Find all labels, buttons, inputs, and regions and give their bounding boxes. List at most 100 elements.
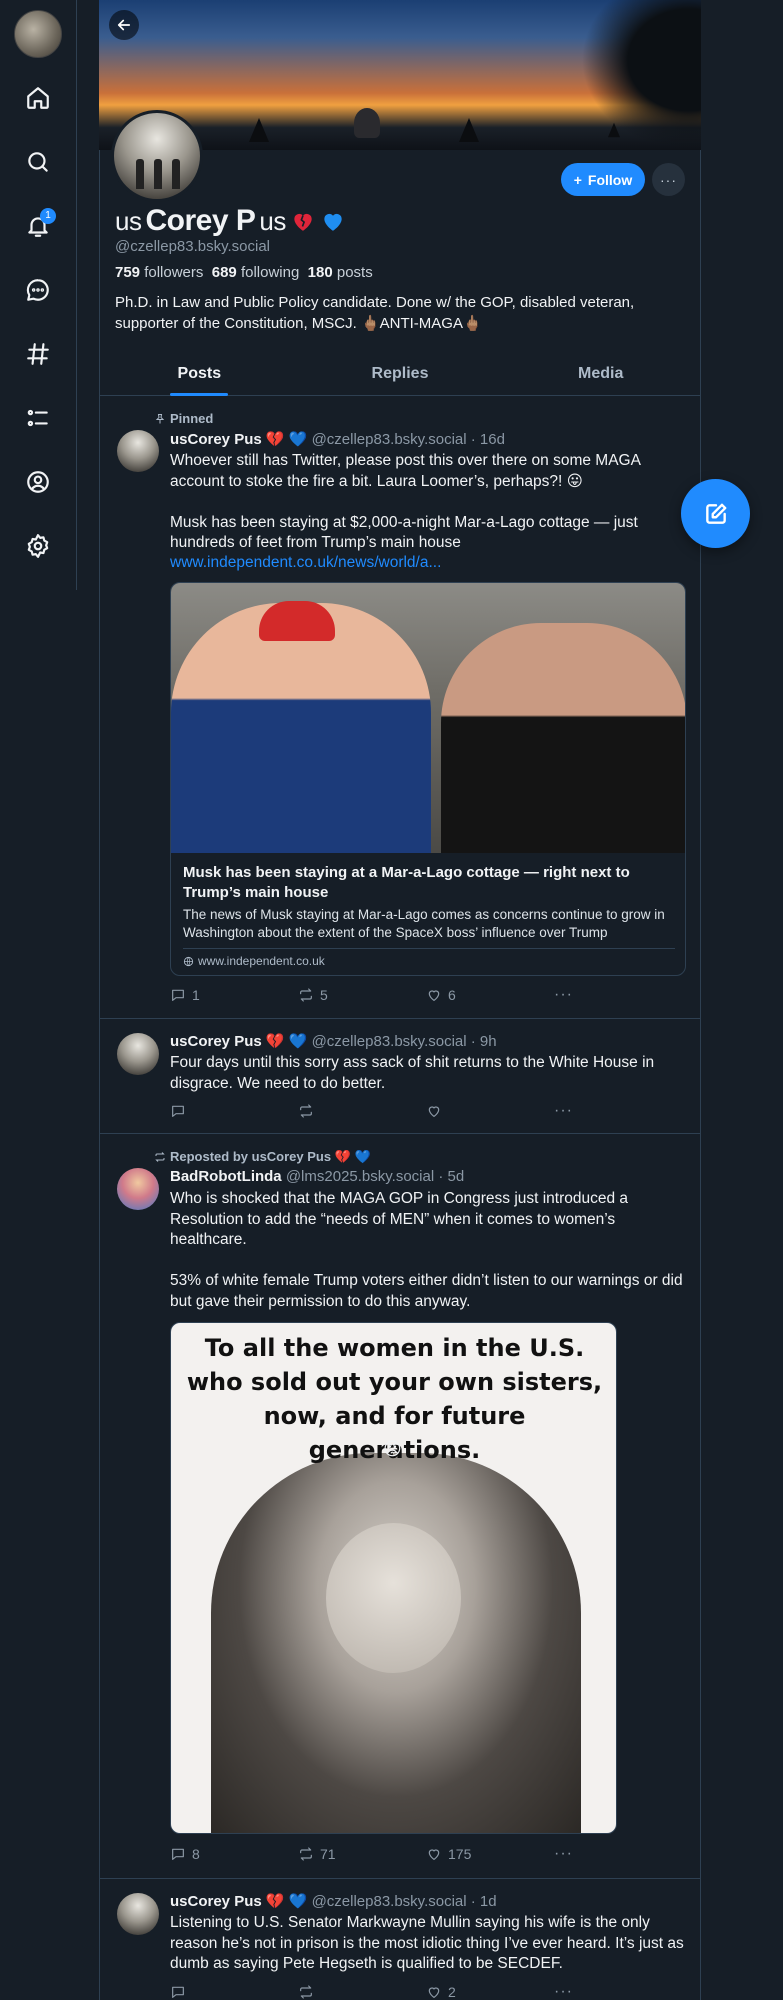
- post-menu-button[interactable]: ···: [554, 1983, 573, 2000]
- reply-button[interactable]: 8: [170, 1846, 298, 1862]
- reply-button[interactable]: [170, 1103, 298, 1119]
- home-icon[interactable]: [18, 78, 58, 118]
- link-card-divider: [183, 948, 675, 949]
- post-menu-button[interactable]: ···: [554, 986, 573, 1004]
- list-icon[interactable]: [18, 398, 58, 438]
- left-nav: 1: [0, 0, 76, 600]
- post-image[interactable]: To all the women in the U.S. who sold ou…: [170, 1322, 617, 1834]
- post-text: Listening to U.S. Senator Markwayne Mull…: [170, 1914, 684, 1972]
- follow-button[interactable]: + Follow: [561, 163, 645, 196]
- post-link[interactable]: www.independent.co.uk/news/world/a...: [170, 553, 686, 574]
- feed-post[interactable]: usCorey Pus 💔 💙 @czellep83.bsky.social ·…: [99, 1879, 701, 2000]
- reply-icon: [172, 1848, 184, 1860]
- feed-post[interactable]: Pinned usCorey Pus 💔 💙 @czellep83.bsky.s…: [99, 397, 701, 1019]
- post-handle[interactable]: @czellep83.bsky.social: [312, 1893, 467, 1910]
- link-card-description: The news of Musk staying at Mar-a-Lago c…: [183, 907, 665, 940]
- repost-icon: [155, 1152, 165, 1162]
- search-icon[interactable]: [18, 142, 58, 182]
- post-avatar[interactable]: [117, 430, 159, 472]
- like-button[interactable]: 2: [426, 1984, 554, 2000]
- post-actions: 2 ···: [170, 1982, 590, 2000]
- pinned-label: Pinned: [154, 411, 213, 426]
- following-label[interactable]: following: [241, 264, 299, 281]
- post-time[interactable]: · 9h: [471, 1033, 497, 1050]
- post-time[interactable]: · 16d: [471, 431, 505, 448]
- post-actions: ···: [170, 1101, 590, 1121]
- repost-icon: [300, 988, 312, 1002]
- compose-button[interactable]: [681, 479, 750, 548]
- link-card[interactable]: Musk has been staying at a Mar-a-Lago co…: [170, 582, 686, 976]
- globe-icon: [183, 956, 194, 966]
- post-menu-button[interactable]: ···: [554, 1845, 573, 1863]
- profile-icon[interactable]: [18, 462, 58, 502]
- post-avatar[interactable]: [117, 1168, 159, 1210]
- profile-display-name: us Corey Pus: [115, 204, 346, 238]
- repost-button[interactable]: [298, 1984, 426, 2000]
- compose-icon: [705, 503, 726, 524]
- like-button[interactable]: 175: [426, 1846, 554, 1862]
- posts-count: 180: [307, 264, 333, 281]
- post-avatar[interactable]: [117, 1033, 159, 1075]
- plus-icon: +: [573, 171, 582, 188]
- post-time[interactable]: · 1d: [471, 1893, 497, 1910]
- banner-sailboat: [608, 122, 620, 138]
- like-button[interactable]: 6: [426, 987, 554, 1003]
- reply-button[interactable]: [170, 1984, 298, 2000]
- tab-posts[interactable]: Posts: [99, 352, 300, 395]
- repost-icon: [300, 1847, 312, 1861]
- banner-cloud: [581, 0, 701, 150]
- post-author[interactable]: usCorey Pus 💔 💙: [170, 1033, 307, 1050]
- post-avatar[interactable]: [117, 1893, 159, 1935]
- post-header: BadRobotLinda @lms2025.bsky.social · 5d: [170, 1168, 464, 1185]
- post-menu-button[interactable]: ···: [554, 1102, 573, 1120]
- card-image-hat: [259, 601, 335, 641]
- tab-replies[interactable]: Replies: [300, 352, 501, 395]
- more-options-button[interactable]: ···: [652, 163, 685, 196]
- profile-avatar[interactable]: [111, 110, 203, 202]
- profile-tabs: Posts Replies Media: [99, 352, 701, 396]
- repost-button[interactable]: [298, 1103, 426, 1119]
- repost-button[interactable]: 5: [298, 987, 426, 1003]
- hashtag-icon[interactable]: [18, 334, 58, 374]
- link-card-domain: www.independent.co.uk: [183, 954, 325, 968]
- profile-stats: 759 followers 689 following 180 posts: [115, 264, 373, 281]
- posts-label: posts: [336, 264, 373, 281]
- reply-icon: [172, 1986, 184, 1998]
- heart-icon: [428, 1849, 440, 1860]
- tab-media[interactable]: Media: [500, 352, 701, 395]
- repost-button[interactable]: 71: [298, 1846, 426, 1862]
- post-time[interactable]: · 5d: [438, 1168, 464, 1185]
- post-handle[interactable]: @czellep83.bsky.social: [312, 431, 467, 448]
- repost-icon: [300, 1104, 312, 1118]
- blue-heart-icon: [324, 213, 342, 231]
- card-image-figure-right: [441, 623, 685, 853]
- chat-icon[interactable]: [18, 270, 58, 310]
- post-header: usCorey Pus 💔 💙 @czellep83.bsky.social ·…: [170, 430, 505, 448]
- post-actions: 1 5 6 ···: [170, 985, 590, 1005]
- feed-post[interactable]: usCorey Pus 💔 💙 @czellep83.bsky.social ·…: [99, 1019, 701, 1134]
- settings-icon[interactable]: [18, 526, 58, 566]
- followers-count[interactable]: 759: [115, 264, 140, 281]
- broken-heart-icon: [294, 213, 312, 231]
- post-header: usCorey Pus 💔 💙 @czellep83.bsky.social ·…: [170, 1892, 497, 1910]
- banner-smoke: [354, 108, 380, 138]
- post-author[interactable]: usCorey Pus 💔 💙: [170, 431, 307, 448]
- profile-bio: Ph.D. in Law and Public Policy candidate…: [115, 294, 635, 332]
- angry-face-icon: 😡: [383, 1439, 402, 1459]
- back-button[interactable]: [109, 10, 139, 40]
- post-handle[interactable]: @lms2025.bsky.social: [286, 1168, 434, 1185]
- bell-icon[interactable]: 1: [18, 206, 58, 246]
- reply-icon: [172, 989, 184, 1001]
- pin-icon: [155, 413, 165, 423]
- post-author[interactable]: usCorey Pus 💔 💙: [170, 1893, 307, 1910]
- post-header: usCorey Pus 💔 💙 @czellep83.bsky.social ·…: [170, 1032, 497, 1050]
- like-button[interactable]: [426, 1103, 554, 1119]
- following-count[interactable]: 689: [212, 264, 237, 281]
- my-avatar[interactable]: [14, 10, 62, 58]
- reply-button[interactable]: 1: [170, 987, 298, 1003]
- feed-post[interactable]: Reposted by usCorey Pus 💔 💙 BadRobotLind…: [99, 1134, 701, 1879]
- followers-label[interactable]: followers: [144, 264, 203, 281]
- heart-icon: [428, 1987, 440, 1998]
- post-author[interactable]: BadRobotLinda: [170, 1168, 282, 1185]
- post-handle[interactable]: @czellep83.bsky.social: [312, 1033, 467, 1050]
